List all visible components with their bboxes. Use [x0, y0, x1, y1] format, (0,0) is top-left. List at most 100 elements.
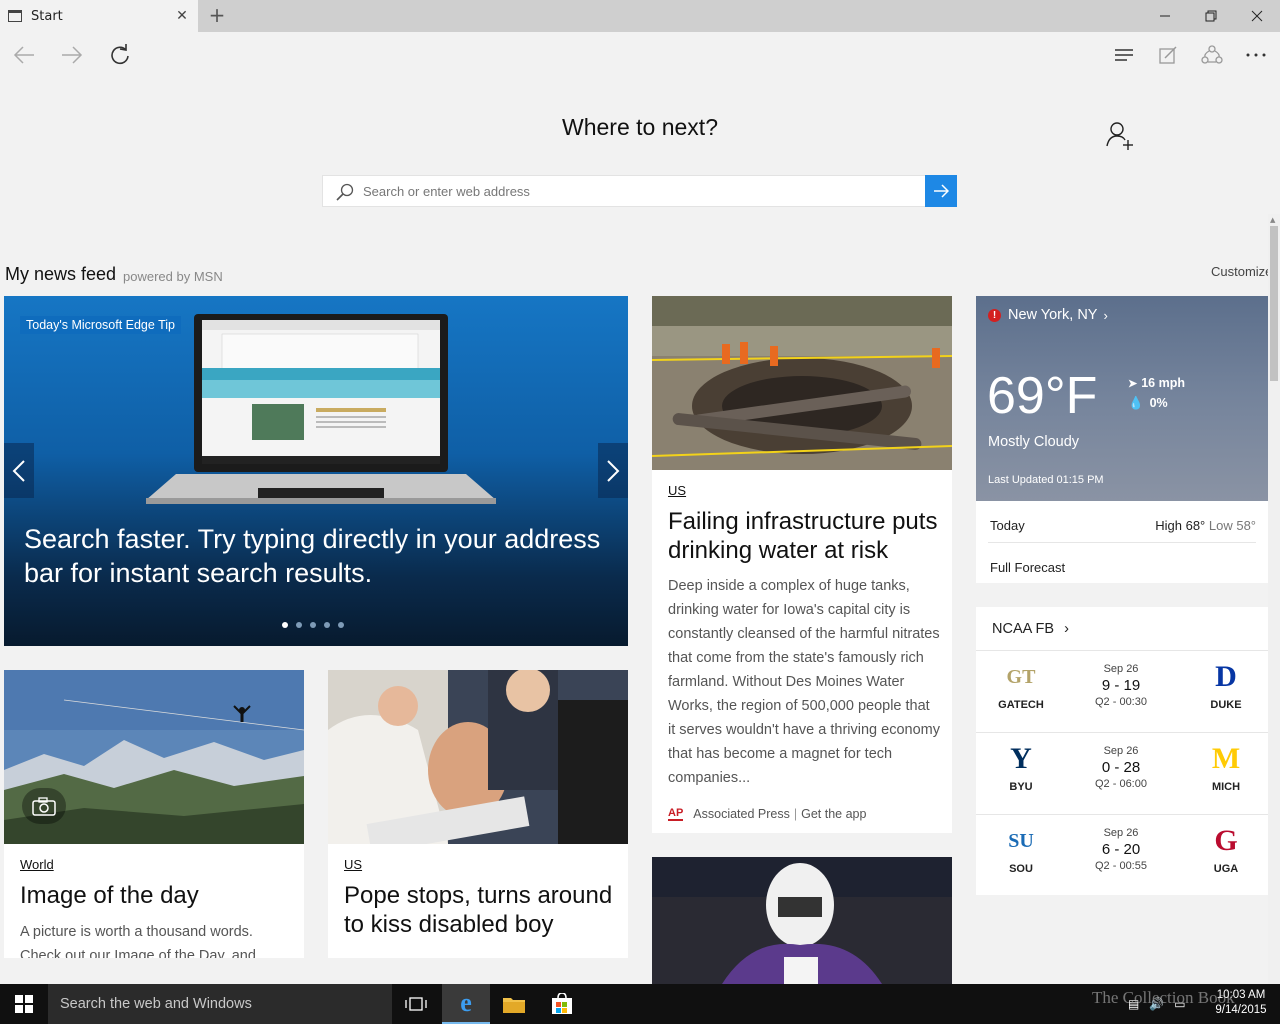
add-user-button[interactable]: [1105, 120, 1135, 150]
customize-link[interactable]: Customize: [1211, 264, 1269, 279]
camera-icon: [22, 788, 66, 824]
ncaa-title[interactable]: NCAA FB ›: [992, 621, 1069, 637]
card-headline[interactable]: Pope stops, turns around to kiss disable…: [344, 881, 619, 939]
page-scrollbar[interactable]: ▲: [1268, 214, 1280, 984]
minimize-icon: [1160, 15, 1170, 17]
ap-logo-icon: AP: [668, 807, 684, 821]
close-tab-icon[interactable]: ✕: [174, 8, 190, 24]
carousel-dots: [282, 622, 344, 628]
card-category[interactable]: US: [344, 857, 362, 872]
card-category[interactable]: US: [668, 483, 686, 498]
carousel-dot[interactable]: [338, 622, 344, 628]
hub-icon: [1115, 49, 1133, 61]
team-logo-icon: D: [1215, 660, 1237, 693]
chevron-right-icon: ›: [1064, 621, 1069, 637]
news-card-pope[interactable]: US Pope stops, turns around to kiss disa…: [328, 670, 628, 958]
game-row[interactable]: Y BYU Sep 26 0 - 28 Q2 - 06:00 M MICH: [976, 732, 1268, 814]
chevron-right-icon: ›: [1103, 307, 1108, 323]
location-name: New York, NY: [1008, 307, 1098, 323]
add-user-icon: [1106, 122, 1133, 150]
edge-taskbar-button[interactable]: e: [442, 984, 490, 1024]
more-button[interactable]: [1241, 40, 1271, 70]
today-high-low: High 68° Low 58°: [1155, 518, 1256, 533]
card-headline[interactable]: Failing infrastructure puts drinking wat…: [668, 507, 943, 565]
restore-button[interactable]: [1188, 0, 1234, 32]
news-card-football[interactable]: [652, 857, 952, 984]
team-away[interactable]: D DUKE: [1191, 659, 1261, 711]
carousel-dot[interactable]: [310, 622, 316, 628]
team-abbr: GATECH: [998, 699, 1044, 711]
team-away[interactable]: M MICH: [1191, 741, 1261, 793]
share-button[interactable]: [1197, 40, 1227, 70]
address-search-box[interactable]: [322, 175, 957, 207]
team-away[interactable]: G UGA: [1191, 823, 1261, 875]
game-row[interactable]: SU SOU Sep 26 6 - 20 Q2 - 00:55 G UGA: [976, 814, 1268, 896]
hero-carousel[interactable]: Today's Microsoft Edge Tip Search faster…: [4, 296, 628, 646]
card-category[interactable]: World: [20, 857, 54, 872]
forward-button[interactable]: [57, 40, 87, 70]
game-status: Q2 - 00:30: [1095, 696, 1147, 708]
refresh-button[interactable]: [105, 40, 135, 70]
task-view-button[interactable]: [392, 984, 440, 1024]
hero-prev-button[interactable]: [4, 443, 34, 498]
hub-button[interactable]: [1109, 40, 1139, 70]
team-logo-icon: M: [1211, 742, 1241, 775]
tab-start[interactable]: Start ✕: [0, 0, 198, 32]
alert-icon: !: [988, 308, 1001, 322]
game-status: Q2 - 06:00: [1095, 778, 1147, 790]
folder-icon: [503, 998, 525, 1013]
scroll-thumb[interactable]: [1270, 226, 1278, 381]
high-temp: High 68°: [1155, 518, 1206, 533]
weather-summary[interactable]: ! New York, NY › 69°F ➤ 16 mph 💧 0% Mostly…: [976, 296, 1268, 501]
taskbar-search[interactable]: Search the web and Windows: [48, 984, 392, 1024]
web-note-icon: [1159, 46, 1177, 64]
web-note-button[interactable]: [1153, 40, 1183, 70]
minimize-button[interactable]: [1142, 0, 1188, 32]
taskbar: Search the web and Windows e ▤ 🔊 ▭ 10:03…: [0, 984, 1280, 1024]
scroll-up-icon[interactable]: ▲: [1270, 216, 1275, 224]
start-button[interactable]: [0, 984, 48, 1024]
team-home[interactable]: SU SOU: [986, 823, 1056, 876]
tab-bar: Start ✕ +: [0, 0, 1280, 32]
full-forecast-link[interactable]: Full Forecast: [990, 560, 1065, 575]
carousel-dot[interactable]: [324, 622, 330, 628]
edge-icon: e: [460, 988, 472, 1017]
close-icon: [1251, 10, 1263, 22]
new-tab-icon[interactable]: +: [206, 4, 228, 26]
tab-page-icon: [8, 10, 22, 22]
pope-image: [328, 670, 628, 844]
hero-headline[interactable]: Search faster. Try typing directly in yo…: [24, 522, 614, 590]
card-snippet: A picture is worth a thousand words. Che…: [20, 924, 256, 958]
team-logo-icon: G: [1214, 824, 1238, 857]
news-card-image-of-day[interactable]: World Image of the day A picture is wort…: [4, 670, 304, 958]
get-app-link[interactable]: Get the app: [801, 807, 866, 821]
last-updated: Last Updated 01:15 PM: [988, 474, 1104, 486]
team-logo-icon: GT: [1006, 665, 1036, 688]
card-headline[interactable]: Image of the day: [20, 881, 290, 910]
football-player-image: [652, 857, 952, 984]
store-button[interactable]: [538, 984, 586, 1024]
news-card-infrastructure[interactable]: US Failing infrastructure puts drinking …: [652, 296, 952, 833]
weather-location[interactable]: ! New York, NY ›: [988, 307, 1108, 323]
back-button[interactable]: [9, 40, 39, 70]
team-home[interactable]: GT GATECH: [986, 659, 1056, 712]
game-row[interactable]: GT GATECH Sep 26 9 - 19 Q2 - 00:30 D DUKE: [976, 650, 1268, 732]
close-window-button[interactable]: [1234, 0, 1280, 32]
carousel-dot[interactable]: [296, 622, 302, 628]
watermark: The Collection Book: [1092, 988, 1235, 1007]
team-home[interactable]: Y BYU: [986, 741, 1056, 793]
game-status: Q2 - 00:55: [1095, 860, 1147, 872]
carousel-dot[interactable]: [282, 622, 288, 628]
arrow-right-icon: [934, 184, 949, 198]
chevron-right-icon: [607, 459, 620, 482]
search-go-button[interactable]: [925, 175, 957, 207]
low-temp: Low 58°: [1208, 518, 1256, 533]
wind-icon: ➤: [1128, 378, 1138, 390]
weather-card[interactable]: ! New York, NY › 69°F ➤ 16 mph 💧 0% Mostly…: [976, 296, 1268, 583]
search-input[interactable]: [363, 176, 923, 206]
source-separator: |: [793, 807, 798, 821]
precipitation: 💧 0%: [1128, 396, 1168, 411]
file-explorer-button[interactable]: [490, 984, 538, 1024]
precip-value: 0%: [1149, 396, 1168, 410]
hero-next-button[interactable]: [598, 443, 628, 498]
